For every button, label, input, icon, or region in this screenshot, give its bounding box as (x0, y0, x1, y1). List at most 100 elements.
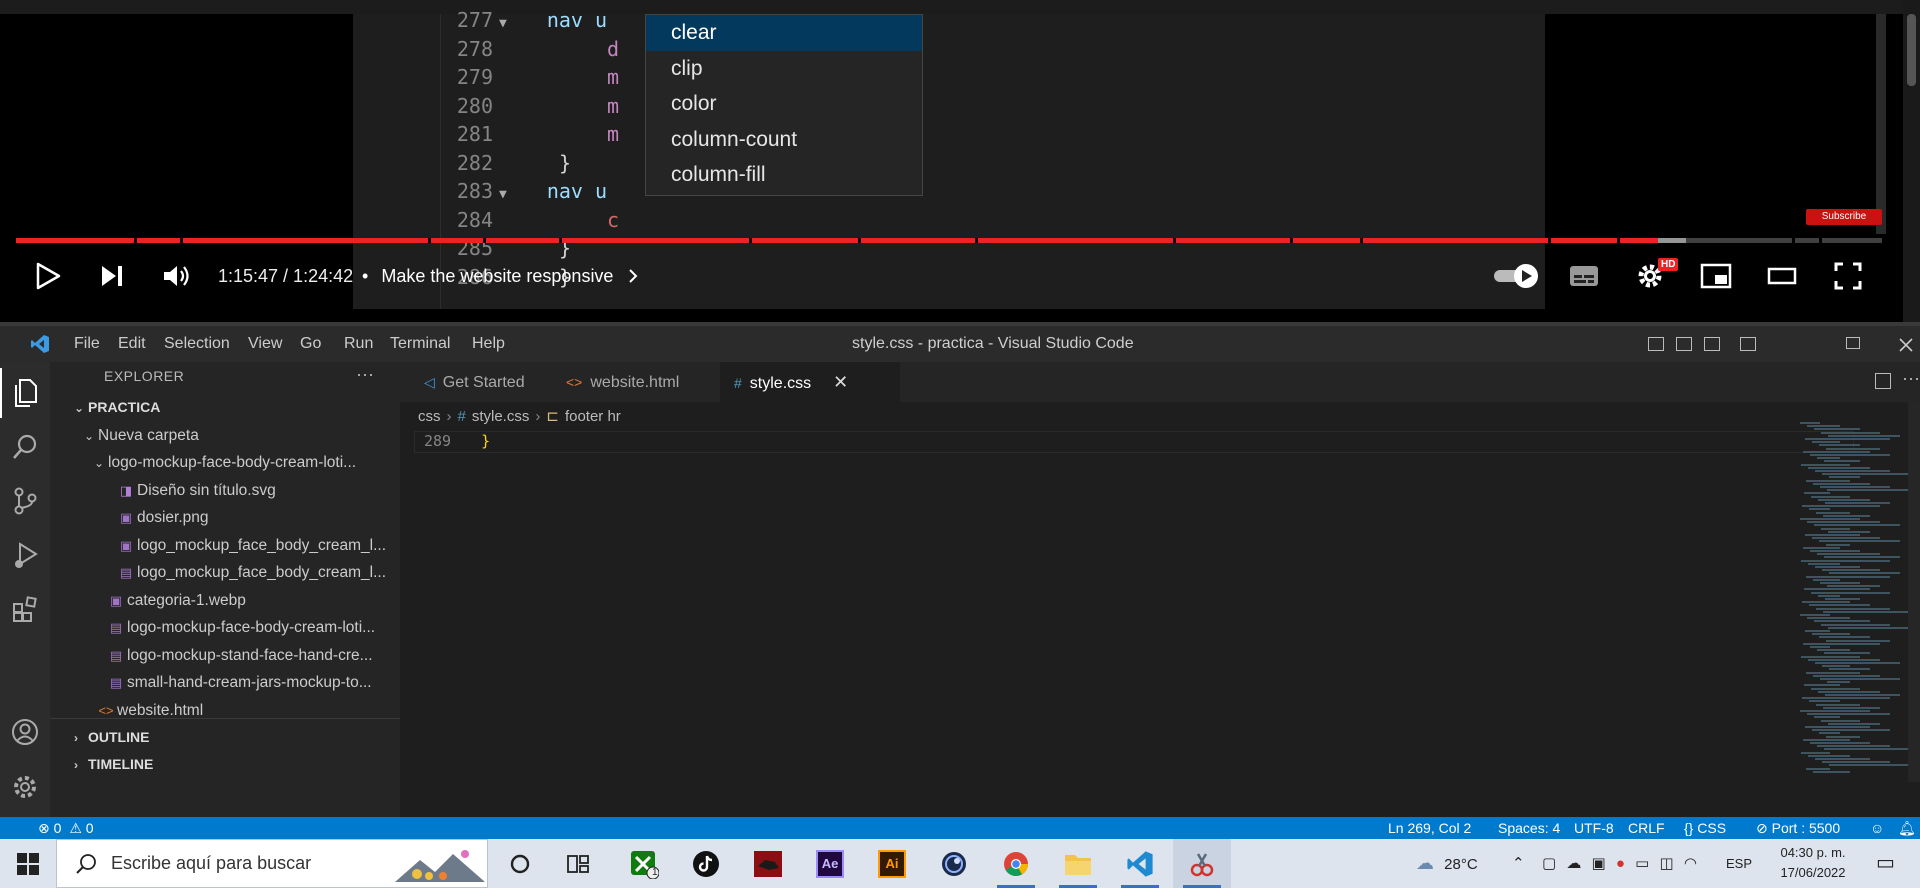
menu-file[interactable]: File (74, 326, 100, 362)
language-mode[interactable]: {} CSS (1684, 817, 1726, 839)
run-debug-activity-button[interactable] (0, 530, 50, 580)
next-button[interactable] (90, 250, 134, 302)
folder-tree-item[interactable]: ⌄ PRACTICA (50, 394, 400, 422)
volume-button[interactable] (154, 250, 198, 302)
file-explorer-button[interactable] (1049, 839, 1107, 888)
onedrive-icon[interactable]: ☁ (1566, 855, 1581, 872)
breadcrumb-item[interactable]: css (418, 408, 441, 425)
file-tree-item[interactable]: ▣ categoria-1.webp (50, 587, 400, 615)
toggle-sidebar-icon[interactable] (1648, 337, 1664, 351)
explorer-more-button[interactable]: ··· (356, 364, 374, 385)
explorer-activity-button[interactable] (0, 368, 50, 418)
customize-layout-icon[interactable] (1740, 337, 1756, 351)
end-of-line[interactable]: CRLF (1628, 817, 1665, 839)
start-button[interactable] (0, 839, 56, 888)
menu-run[interactable]: Run (344, 326, 373, 362)
split-editor-icon[interactable] (1875, 373, 1891, 389)
chapter-title[interactable]: • Make the website responsive (362, 250, 640, 302)
restore-window-icon[interactable] (1846, 337, 1860, 349)
file-tree-item[interactable]: ◨ Diseño sin título.svg (50, 477, 400, 505)
after-effects-button[interactable]: Ae (801, 839, 859, 888)
page-scrollbar-thumb[interactable] (1907, 14, 1916, 86)
close-window-icon[interactable] (1898, 337, 1914, 353)
folder-tree-item[interactable]: ⌄ Nueva carpeta (50, 422, 400, 450)
autoplay-toggle[interactable] (1488, 250, 1544, 302)
menu-help[interactable]: Help (472, 326, 505, 362)
indentation[interactable]: Spaces: 4 (1498, 817, 1560, 839)
encoding[interactable]: UTF-8 (1574, 817, 1614, 839)
suggestion-item[interactable]: clip (646, 51, 922, 87)
problems-indicator[interactable]: ⊗ 0 ⚠ 0 (38, 817, 94, 839)
editor-more-button[interactable]: ··· (1902, 368, 1920, 389)
manage-activity-button[interactable] (0, 762, 50, 812)
toggle-panel-icon[interactable] (1676, 337, 1692, 351)
meet-icon[interactable]: ▢ (1542, 855, 1556, 872)
autocomplete-suggestions[interactable]: clear clip color column-count column-fill (645, 14, 923, 196)
code-line[interactable]: 289} (424, 432, 490, 450)
suggestion-item[interactable]: column-count (646, 122, 922, 158)
search-activity-button[interactable] (0, 422, 50, 472)
input-language[interactable]: ESP (1726, 839, 1752, 888)
breadcrumb-item[interactable]: style.css (472, 408, 530, 425)
feedback-icon[interactable]: ☺ (1870, 817, 1884, 839)
file-tree-item[interactable]: ▤ logo_mockup_face_body_cream_l... (50, 559, 400, 587)
menu-go[interactable]: Go (300, 326, 321, 362)
live-server-port[interactable]: ⊘ Port : 5500 (1756, 817, 1840, 839)
chrome-button[interactable] (987, 839, 1045, 888)
vscode-taskbar-button[interactable] (1111, 839, 1169, 888)
outline-section[interactable]: › OUTLINE (50, 724, 400, 752)
file-tree-item[interactable]: ▤ small-hand-cream-jars-mockup-to... (50, 669, 400, 697)
cortana-button[interactable] (491, 839, 549, 888)
snipping-tool-button[interactable] (1173, 839, 1231, 888)
subscribe-badge[interactable]: Subscribe (1806, 209, 1882, 225)
file-tree-item[interactable]: ▤ logo-mockup-face-body-cream-loti... (50, 614, 400, 642)
notifications-icon[interactable]: 🔔︎ (1898, 817, 1916, 839)
minimap[interactable] (1778, 402, 1910, 782)
file-tree-item[interactable]: ▤ logo-mockup-stand-face-hand-cre... (50, 642, 400, 670)
task-view-button[interactable] (549, 839, 607, 888)
fullscreen-button[interactable] (1826, 250, 1870, 302)
weather-widget[interactable]: ☁ 28°C (1416, 839, 1478, 888)
breadcrumb-item[interactable]: footer hr (565, 408, 621, 425)
theater-mode-button[interactable] (1760, 250, 1804, 302)
screen-icon[interactable]: ▣ (1592, 855, 1606, 872)
battery-icon[interactable]: ▭ (1635, 855, 1649, 872)
suggestion-item[interactable]: clear (646, 15, 922, 51)
tab-style-css[interactable]: # style.css ✕ (720, 362, 900, 402)
action-center-button[interactable]: ▭ (1876, 839, 1895, 888)
subtitles-button[interactable] (1562, 250, 1606, 302)
timeline-section[interactable]: › TIMELINE (50, 751, 400, 779)
wifi-icon[interactable]: ◠ (1684, 855, 1697, 872)
tab-get-started[interactable]: ◁ Get Started (410, 362, 550, 402)
suggestion-item[interactable]: color (646, 86, 922, 122)
tab-website-html[interactable]: <> website.html (552, 362, 717, 402)
show-hidden-icons-button[interactable]: ⌃ (1512, 839, 1525, 888)
source-control-activity-button[interactable] (0, 476, 50, 526)
editor-scrollbar[interactable] (1908, 402, 1920, 782)
clock[interactable]: 04:30 p. m. 17/06/2022 (1758, 843, 1868, 883)
video-progress-bar[interactable] (16, 238, 1882, 243)
cursor-position[interactable]: Ln 269, Col 2 (1388, 817, 1471, 839)
cinema4d-button[interactable] (925, 839, 983, 888)
video-player[interactable]: 277 ▼ nav u 278 d 279 m 280 m 281 m 282} 283 ▼ nav u 28… (0, 0, 1920, 322)
file-tree-item[interactable]: ▣ dosier.png (50, 504, 400, 532)
menu-edit[interactable]: Edit (118, 326, 146, 362)
miniplayer-button[interactable] (1694, 250, 1738, 302)
menu-terminal[interactable]: Terminal (390, 326, 450, 362)
gmail-icon[interactable]: ● (1616, 855, 1625, 872)
play-button[interactable] (26, 250, 70, 302)
menu-view[interactable]: View (248, 326, 282, 362)
file-tree-item[interactable]: ▣ logo_mockup_face_body_cream_l... (50, 532, 400, 560)
page-scrollbar[interactable] (1903, 0, 1920, 322)
tiktok-app-button[interactable] (677, 839, 735, 888)
toggle-secondary-sidebar-icon[interactable] (1704, 337, 1720, 351)
illustrator-button[interactable]: Ai (863, 839, 921, 888)
accounts-activity-button[interactable] (0, 707, 50, 757)
extensions-activity-button[interactable] (0, 584, 50, 634)
xbox-app-button[interactable]: 1 (615, 839, 673, 888)
folder-tree-item[interactable]: ⌄ logo-mockup-face-body-cream-loti... (50, 449, 400, 477)
taskbar-search-box[interactable]: Escribe aquí para buscar (56, 839, 488, 888)
suggestion-item[interactable]: column-fill (646, 157, 922, 193)
game-app-button[interactable] (739, 839, 797, 888)
file-tree-item[interactable]: <> website.html (50, 697, 400, 725)
